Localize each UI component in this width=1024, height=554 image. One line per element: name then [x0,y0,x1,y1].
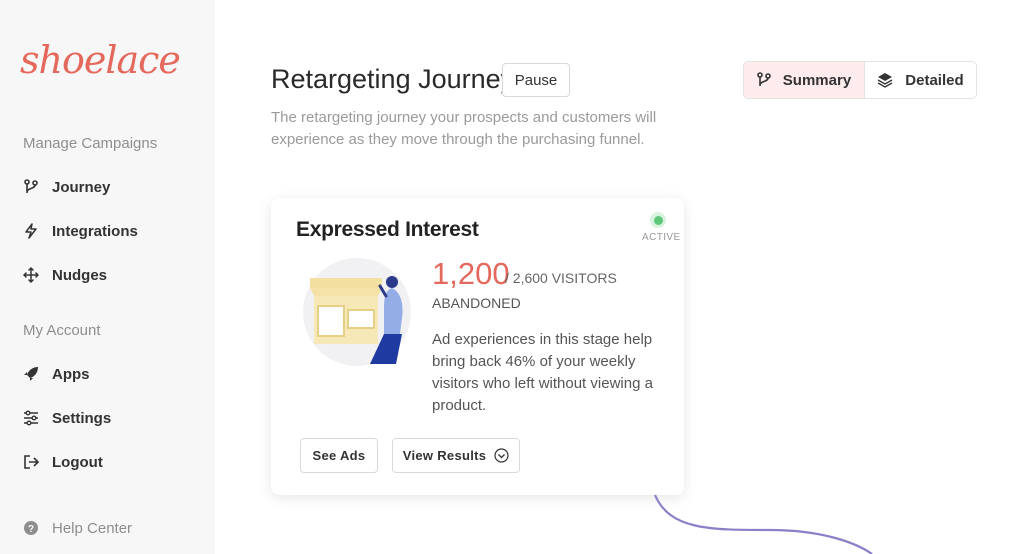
view-results-label: View Results [402,448,487,463]
sidebar-item-label: Journey [52,178,111,196]
layers-icon [877,72,893,88]
sidebar-item-journey[interactable]: Journey [22,178,110,196]
see-ads-button[interactable]: See Ads [300,438,378,473]
summary-label: Summary [782,71,852,89]
stage-description: Ad experiences in this stage help bring … [432,331,653,414]
view-results-button[interactable]: View Results [392,438,520,473]
sidebar-item-settings[interactable]: Settings [22,409,111,427]
abandoned-count: 1,200 [432,256,510,291]
section-label-my-account: My Account [23,322,101,339]
branch-icon [756,72,771,88]
section-label-manage-campaigns: Manage Campaigns [23,135,158,152]
sidebar: shoelace Manage Campaigns Journey Integr… [0,0,215,554]
sidebar-item-integrations[interactable]: Integrations [22,222,138,240]
pause-button[interactable]: Pause [502,63,570,97]
storefront-illustration [303,258,411,366]
chevron-down-icon [494,448,509,463]
stage-title: Expressed Interest [296,218,479,241]
sliders-icon [22,409,40,427]
svg-text:?: ? [28,524,34,535]
detailed-toggle-button[interactable]: Detailed [863,62,976,98]
sidebar-item-label: Integrations [52,222,138,240]
page-title: Retargeting Journey [271,64,515,94]
status-label: ACTIVE [642,232,681,243]
bolt-icon [22,222,40,240]
sidebar-item-help-center[interactable]: ? Help Center [22,519,132,537]
sidebar-item-apps[interactable]: Apps [22,365,90,383]
stage-card: Expressed Interest ACTIVE 1,200 / 2,600 … [271,198,684,495]
metric-label: ABANDONED [432,295,521,311]
detailed-label: Detailed [905,71,964,89]
help-icon: ? [22,519,40,537]
sidebar-item-label: Logout [52,453,103,471]
sidebar-item-label: Apps [52,365,90,383]
visitors-total: / 2,600 VISITORS [505,270,617,286]
sidebar-item-label: Nudges [52,266,108,284]
shoelace-logo[interactable]: shoelace [20,38,181,82]
page-description: The retargeting journey your prospects a… [271,109,657,148]
logout-icon [22,453,40,471]
branch-icon [22,178,40,196]
rocket-icon [22,365,40,383]
move-arrows-icon [22,266,40,284]
sidebar-item-nudges[interactable]: Nudges [22,266,107,284]
status-indicator [650,212,666,228]
sidebar-item-label: Settings [52,409,112,427]
sidebar-item-label: Help Center [52,519,133,537]
journey-connector-line [653,494,873,554]
summary-toggle-button[interactable]: Summary [744,62,864,98]
view-toggle: Summary Detailed [743,61,977,99]
sidebar-item-logout[interactable]: Logout [22,453,103,471]
